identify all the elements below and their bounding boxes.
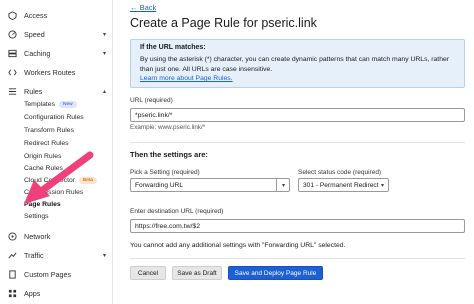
sidebar-item-access[interactable]: Access — [0, 8, 113, 22]
destination-url-input[interactable]: https://free.com.tw/$2 — [130, 219, 465, 233]
sidebar-subitem-label: Transform Rules — [24, 127, 74, 134]
settings-heading: Then the settings are: — [130, 150, 208, 159]
divider — [130, 258, 465, 259]
caching-icon — [8, 49, 17, 58]
sidebar-subitem-cloud-connector[interactable]: Cloud Connector Beta — [24, 175, 97, 186]
sidebar-item-label: Speed — [24, 29, 45, 39]
sidebar-subitem-compression-rules[interactable]: Compression Rules — [24, 187, 83, 198]
sidebar-subitem-transform-rules[interactable]: Transform Rules — [24, 125, 74, 136]
url-label: URL (required) — [130, 97, 173, 104]
sidebar-subitem-label: Settings — [24, 213, 49, 220]
save-and-deploy-button[interactable]: Save and Deploy Page Rule — [228, 266, 323, 280]
sidebar-item-speed[interactable]: Speed ▾ — [0, 27, 113, 41]
apps-icon — [8, 289, 17, 298]
status-code-select[interactable]: 301 - Permanent Redirect ▾ — [298, 178, 389, 192]
sidebar: Access Speed ▾ Caching ▾ Workers Routes … — [0, 0, 113, 304]
chevron-down-icon: ▾ — [380, 183, 384, 189]
sidebar-item-traffic[interactable]: Traffic ▾ — [0, 248, 113, 262]
page-title: Create a Page Rule for pseric.link — [130, 16, 317, 30]
new-badge: New — [58, 101, 77, 108]
status-code-label: Select status code (required) — [298, 169, 382, 176]
sidebar-subitem-page-rules[interactable]: Page Rules — [24, 199, 61, 210]
rules-icon — [8, 87, 17, 96]
sidebar-subitem-templates[interactable]: Templates New — [24, 99, 77, 110]
sidebar-item-network[interactable]: Network — [0, 229, 113, 243]
back-link[interactable]: ← Back — [130, 3, 156, 12]
custom-pages-icon — [8, 269, 17, 279]
sidebar-subitem-origin-rules[interactable]: Origin Rules — [24, 151, 61, 162]
sidebar-item-workers-routes[interactable]: Workers Routes — [0, 65, 113, 79]
sidebar-item-caching[interactable]: Caching ▾ — [0, 46, 113, 60]
sidebar-item-label: Network — [24, 231, 51, 241]
sidebar-item-rules[interactable]: Rules ▴ — [0, 84, 113, 98]
sidebar-subitem-label: Compression Rules — [24, 189, 84, 196]
sidebar-subitem-cache-rules[interactable]: Cache Rules — [24, 163, 63, 174]
sidebar-item-label: Workers Routes — [24, 67, 76, 77]
destination-label: Enter destination URL (required) — [130, 208, 224, 215]
chevron-down-icon: ▾ — [281, 183, 285, 189]
arrow-left-icon: ← — [130, 3, 140, 12]
beta-badge: Beta — [79, 177, 97, 184]
sidebar-subitem-label: Redirect Rules — [24, 140, 69, 147]
setting-select-value: Forwarding URL — [135, 181, 184, 189]
sidebar-subitem-configuration-rules[interactable]: Configuration Rules — [24, 112, 84, 123]
sidebar-subitem-label: Templates — [24, 101, 55, 108]
sidebar-subitem-label: Cloud Connector — [24, 177, 76, 184]
traffic-icon — [8, 251, 17, 260]
sidebar-item-label: Apps — [24, 288, 41, 298]
setting-select[interactable]: Forwarding URL ▾ — [130, 178, 290, 192]
url-example: Example: www.pseric.link/* — [130, 124, 206, 131]
select-separator — [276, 179, 277, 191]
chevron-up-icon: ▴ — [103, 88, 107, 95]
back-label: Back — [139, 3, 157, 12]
setting-label: Pick a Setting (required) — [130, 169, 200, 176]
sidebar-item-label: Traffic — [24, 250, 44, 260]
speed-icon — [8, 29, 17, 39]
sidebar-item-label: Access — [24, 10, 48, 20]
info-text: By using the asterisk (*) character, you… — [140, 56, 450, 73]
sidebar-item-custom-pages[interactable]: Custom Pages — [0, 267, 113, 281]
sidebar-subitem-label: Cache Rules — [24, 165, 63, 172]
chevron-down-icon: ▾ — [103, 31, 107, 38]
status-code-select-value: 301 - Permanent Redirect — [303, 181, 379, 189]
cancel-button[interactable]: Cancel — [130, 266, 166, 280]
info-box: If the URL matches: By using the asteris… — [130, 39, 465, 88]
chevron-down-icon: ▾ — [103, 50, 107, 57]
sidebar-subitem-settings[interactable]: Settings — [24, 211, 49, 222]
forwarding-warning: You cannot add any additional settings w… — [130, 242, 346, 249]
save-as-draft-button[interactable]: Save as Draft — [172, 266, 222, 280]
sidebar-item-apps[interactable]: Apps — [0, 286, 113, 300]
info-heading: If the URL matches: — [140, 44, 206, 51]
sidebar-subitem-redirect-rules[interactable]: Redirect Rules — [24, 138, 69, 149]
workers-icon — [8, 68, 17, 77]
sidebar-subitem-label: Configuration Rules — [24, 114, 84, 121]
sidebar-item-label: Custom Pages — [24, 269, 72, 279]
network-icon — [8, 231, 17, 241]
chevron-down-icon: ▾ — [103, 252, 107, 259]
access-icon — [8, 10, 17, 20]
divider — [130, 142, 465, 143]
sidebar-item-label: Caching — [24, 48, 51, 58]
learn-more-link[interactable]: Learn more about Page Rules. — [140, 75, 233, 82]
sidebar-subitem-label: Page Rules — [24, 201, 61, 208]
sidebar-subitem-label: Origin Rules — [24, 153, 62, 160]
url-input[interactable]: *pseric.link/* — [130, 108, 465, 122]
sidebar-item-label: Rules — [24, 86, 43, 96]
